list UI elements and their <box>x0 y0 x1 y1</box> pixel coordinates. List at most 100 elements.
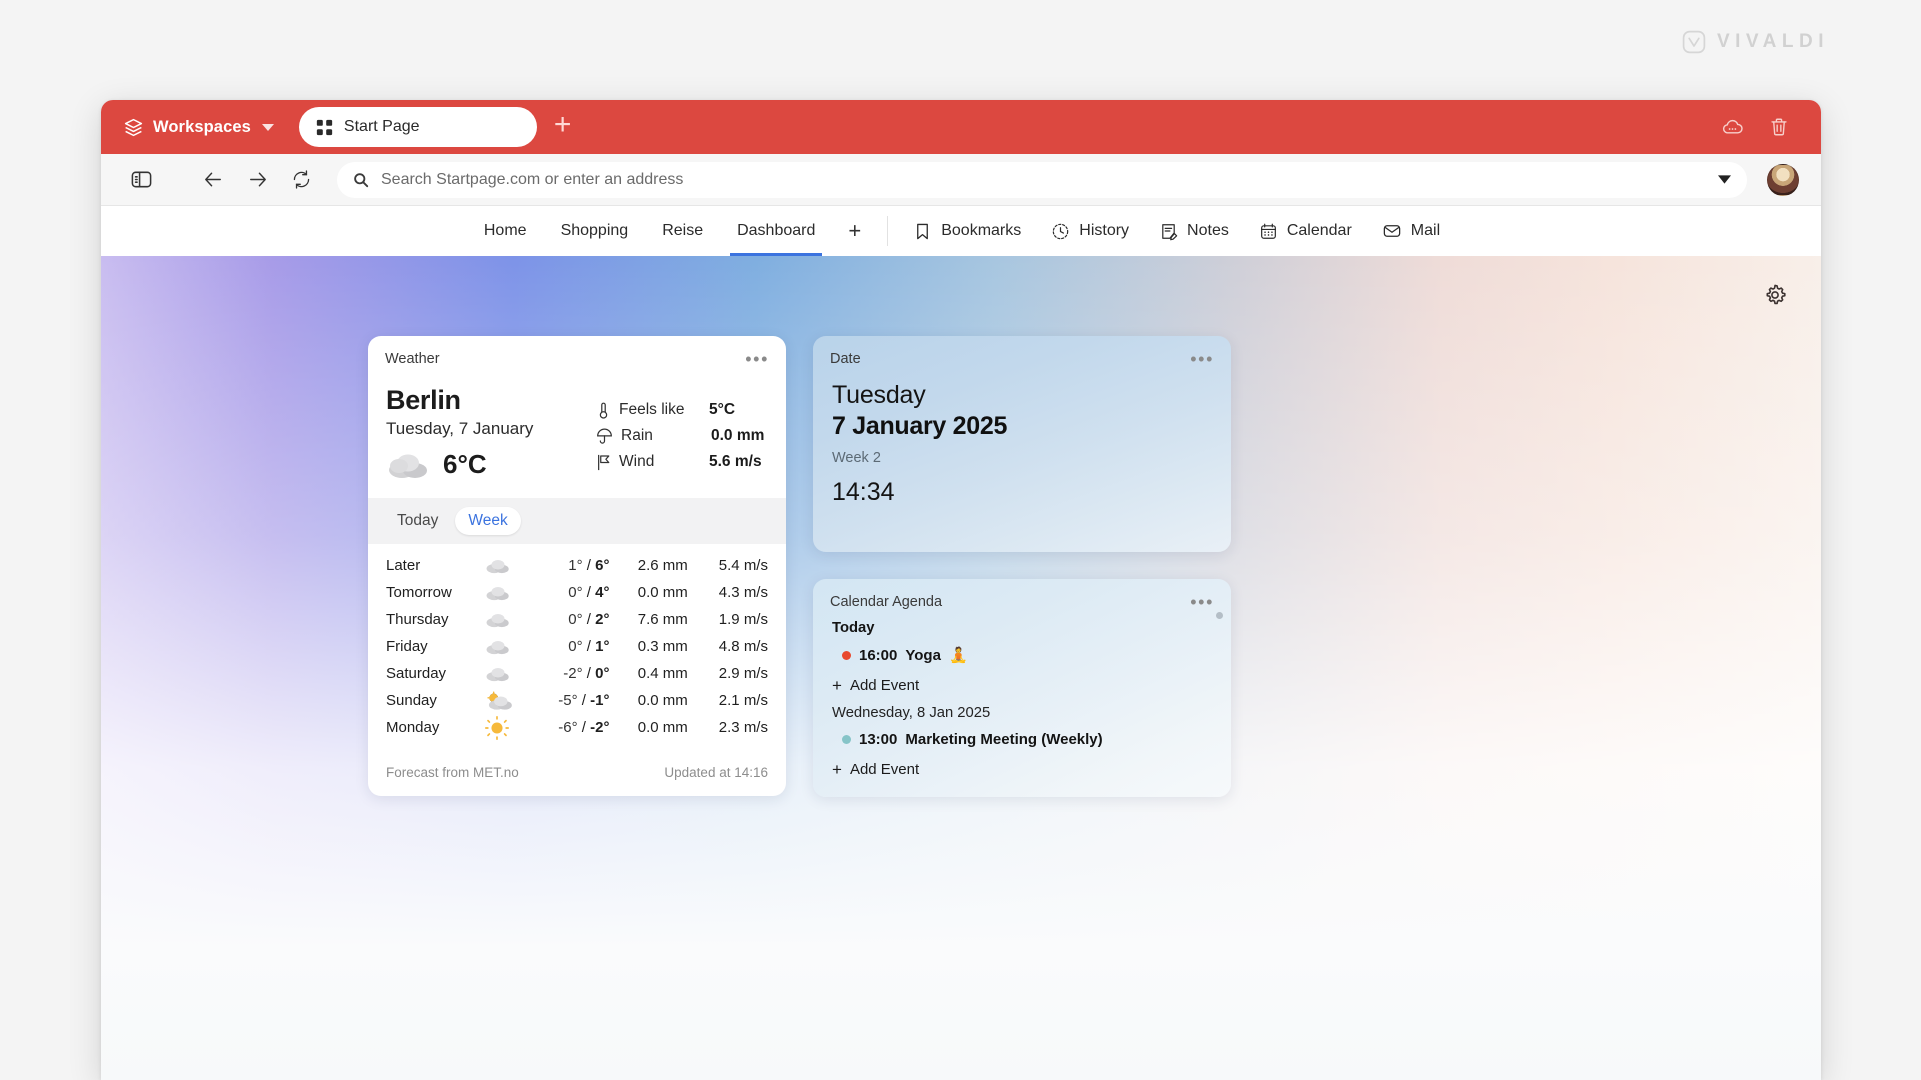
date-widget: Date ••• Tuesday 7 January 2025 Week 2 1… <box>813 336 1231 552</box>
cloud-icon <box>485 584 535 601</box>
history-button[interactable]: History <box>1036 206 1144 256</box>
yoga-emoji-icon: 🧘 <box>948 647 968 664</box>
weather-updated: Updated at 14:16 <box>664 765 768 780</box>
gear-icon[interactable] <box>1762 282 1788 308</box>
event-color-dot <box>842 735 851 744</box>
sidebar-item-dashboard[interactable]: Dashboard <box>720 206 832 256</box>
weather-stat-value: 0.0 mm <box>711 427 765 444</box>
more-options-icon[interactable]: ••• <box>745 350 769 368</box>
date-full: 7 January 2025 <box>832 412 1008 440</box>
agenda-group-label: Wednesday, 8 Jan 2025 <box>832 705 991 721</box>
forecast-day: Saturday <box>386 665 447 682</box>
cloud-icon <box>485 638 535 655</box>
forecast-wind: 2.1 m/s <box>718 692 768 709</box>
weather-current-left: Berlin Tuesday, 7 January 6°C <box>386 385 596 480</box>
layers-icon <box>123 117 144 138</box>
plus-icon: + <box>832 760 842 779</box>
workspaces-button[interactable]: Workspaces <box>117 112 282 143</box>
forecast-temps: 0° / 2° <box>568 611 610 628</box>
weather-widget-header: Weather ••• <box>368 336 786 371</box>
cloud-sync-icon[interactable] <box>1720 115 1745 140</box>
scrollbar-thumb[interactable] <box>1216 612 1223 619</box>
workspaces-label: Workspaces <box>153 117 251 136</box>
sun-icon <box>485 715 535 740</box>
right-widget-column: Date ••• Tuesday 7 January 2025 Week 2 1… <box>813 336 1231 797</box>
reload-button[interactable] <box>279 163 323 197</box>
tab-title: Start Page <box>343 118 420 135</box>
add-event-button[interactable]: + Add Event <box>832 761 1212 778</box>
table-row: Thursday 0° / 2° 7.6 mm 1.9 m/s <box>386 606 768 633</box>
back-button[interactable] <box>191 163 235 197</box>
more-options-icon[interactable]: ••• <box>1190 350 1214 368</box>
bookmarks-label: Bookmarks <box>941 222 1022 239</box>
forecast-day: Tomorrow <box>386 584 452 601</box>
tab-bar-actions <box>1720 115 1821 140</box>
weather-stat-rain: Rain 0.0 mm <box>596 424 768 448</box>
trash-icon[interactable] <box>1767 115 1791 139</box>
history-label: History <box>1079 222 1130 239</box>
date-widget-title: Date <box>830 351 861 367</box>
start-page: Weather ••• Berlin Tuesday, 7 January 6°… <box>101 256 1821 1080</box>
forecast-rain: 0.0 mm <box>637 692 688 709</box>
forecast-rain: 7.6 mm <box>637 611 688 628</box>
calendar-icon <box>1259 222 1278 241</box>
add-event-label: Add Event <box>849 761 920 778</box>
notes-label: Notes <box>1187 222 1229 239</box>
sidebar-panel-icon[interactable] <box>119 163 163 197</box>
forward-button[interactable] <box>235 163 279 197</box>
sidebar-item-home[interactable]: Home <box>467 206 544 256</box>
notes-button[interactable]: Notes <box>1144 206 1244 256</box>
cloud-icon <box>485 557 535 574</box>
calendar-agenda-widget: Calendar Agenda ••• Today 16:00 Yoga 🧘 +… <box>813 579 1231 797</box>
cloud-icon <box>386 448 432 480</box>
date-week-number: Week 2 <box>832 450 881 466</box>
more-options-icon[interactable]: ••• <box>1190 593 1214 611</box>
weather-current: Berlin Tuesday, 7 January 6°C Feels like… <box>368 371 786 498</box>
sidebar-item-reise[interactable]: Reise <box>645 206 720 256</box>
list-item[interactable]: 13:00 Marketing Meeting (Weekly) <box>842 731 1212 748</box>
add-event-button[interactable]: + Add Event <box>832 677 1212 694</box>
plus-icon: + <box>832 676 842 695</box>
forecast-day: Thursday <box>386 611 449 628</box>
new-tab-button[interactable]: + <box>554 110 572 144</box>
mail-button[interactable]: Mail <box>1367 206 1455 256</box>
tab-today[interactable]: Today <box>384 507 451 535</box>
forecast-rain: 0.4 mm <box>637 665 688 682</box>
forecast-temps: 0° / 1° <box>568 638 610 655</box>
weather-range-tabs: Today Week <box>368 498 786 544</box>
forecast-day: Monday <box>386 719 440 736</box>
date-time: 14:34 <box>832 478 895 506</box>
sidebar-item-shopping[interactable]: Shopping <box>544 206 646 256</box>
weather-stat-value: 5.6 m/s <box>709 453 762 470</box>
weather-forecast-list: Later 1° / 6° 2.6 mm 5.4 m/s Tomorrow 0°… <box>368 544 786 741</box>
search-input[interactable]: Search Startpage.com or enter an address <box>337 161 1747 198</box>
add-event-label: Add Event <box>849 677 920 694</box>
tab-week[interactable]: Week <box>455 507 521 535</box>
avatar[interactable] <box>1767 163 1799 196</box>
forecast-day: Later <box>386 557 421 574</box>
weather-stat-label: Feels like <box>619 401 685 418</box>
bookmarks-button[interactable]: Bookmarks <box>898 206 1036 256</box>
weather-widget: Weather ••• Berlin Tuesday, 7 January 6°… <box>368 336 786 796</box>
umbrella-icon <box>596 427 613 445</box>
agenda-body: Today 16:00 Yoga 🧘 + Add Event Wednesday… <box>813 614 1231 778</box>
list-item[interactable]: 16:00 Yoga 🧘 <box>842 646 1212 664</box>
chevron-down-icon <box>261 123 274 131</box>
history-icon <box>1051 222 1070 241</box>
forecast-rain: 0.0 mm <box>637 719 688 736</box>
date-widget-header: Date ••• <box>813 336 1231 371</box>
forecast-temps: -6° / -2° <box>558 719 610 736</box>
weather-stat-label: Wind <box>619 453 655 470</box>
forecast-wind: 2.3 m/s <box>718 719 768 736</box>
weather-date: Tuesday, 7 January <box>386 419 534 438</box>
tab-bar: Workspaces Start Page + <box>101 100 1821 154</box>
divider <box>887 216 889 246</box>
forecast-day: Friday <box>386 638 428 655</box>
add-speed-dial-button[interactable]: + <box>832 220 877 242</box>
calendar-button[interactable]: Calendar <box>1244 206 1367 256</box>
weather-stats: Feels like 5°C Rain 0.0 mm Wind 5.6 m/s <box>596 385 768 480</box>
chevron-down-icon[interactable] <box>1718 175 1731 184</box>
event-title: Marketing Meeting (Weekly) <box>905 731 1103 748</box>
forecast-wind: 4.8 m/s <box>718 638 768 655</box>
browser-tab-start-page[interactable]: Start Page <box>298 107 537 147</box>
